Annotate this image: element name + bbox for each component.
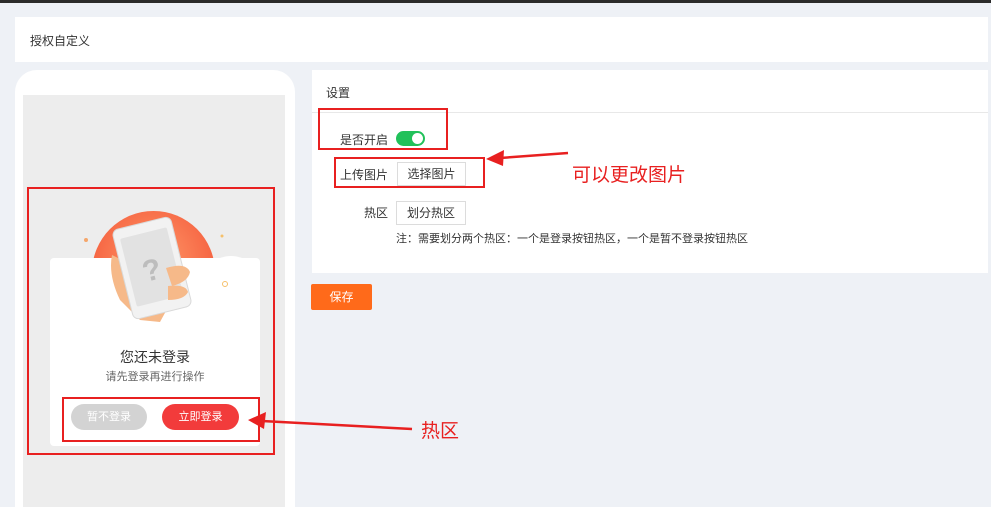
save-button[interactable]: 保存	[311, 284, 372, 310]
highlight-box-toggle	[318, 108, 448, 150]
highlight-box-upload	[334, 157, 485, 188]
page-header: 授权自定义	[15, 17, 988, 62]
annotation-hotzone: 热区	[421, 420, 460, 442]
settings-header: 设置	[326, 86, 351, 100]
page-title: 授权自定义	[30, 34, 91, 48]
divide-hotzone-button[interactable]: 划分热区	[396, 201, 466, 225]
highlight-box-buttons	[62, 397, 260, 442]
annotation-change-image: 可以更改图片	[572, 164, 687, 186]
top-border	[0, 0, 991, 3]
hotzone-note: 注：需要划分两个热区：一个是登录按钮热区，一个是暂不登录按钮热区	[396, 232, 748, 245]
hotzone-label: 热区	[364, 206, 389, 220]
